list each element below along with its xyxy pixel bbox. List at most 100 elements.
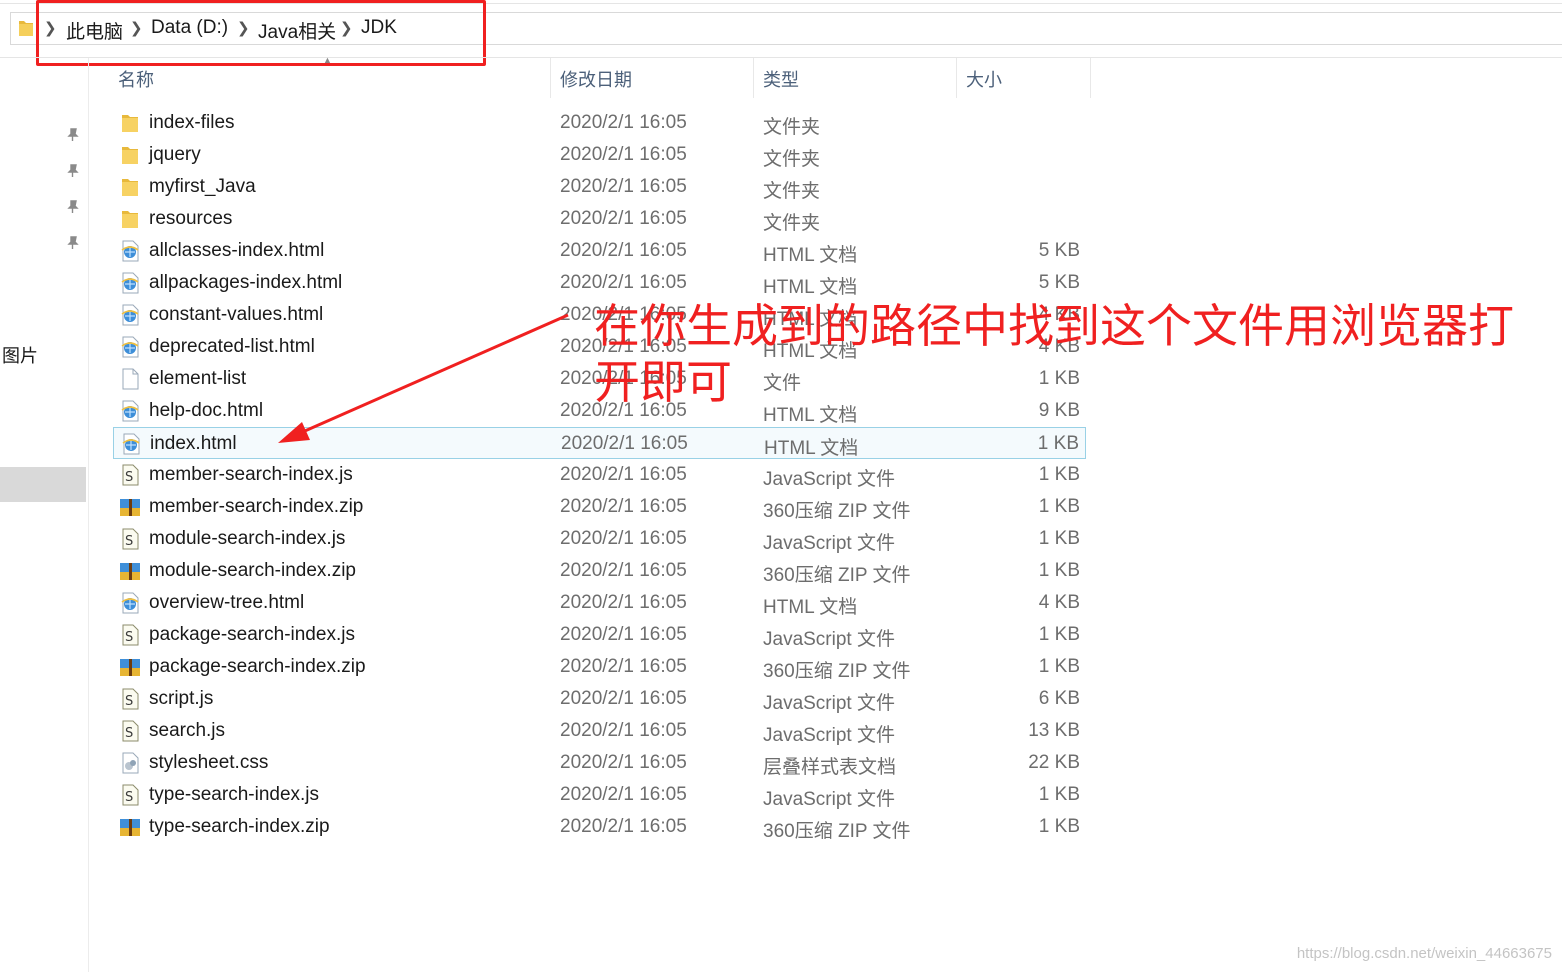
file-name[interactable]: script.js	[149, 688, 213, 710]
column-divider[interactable]	[753, 58, 754, 98]
file-name[interactable]: deprecated-list.html	[149, 336, 315, 358]
file-name[interactable]: member-search-index.js	[149, 464, 353, 486]
file-row[interactable]: jquery 2020/2/1 16:05 文件夹	[113, 139, 1086, 171]
file-type: JavaScript 文件	[763, 789, 895, 810]
folder-icon	[119, 144, 141, 166]
zip-file-icon	[119, 496, 141, 518]
column-divider[interactable]	[1090, 58, 1091, 98]
html-file-icon	[119, 336, 141, 358]
pin-icon[interactable]	[66, 128, 80, 142]
file-row[interactable]: Stype-search-index.js 2020/2/1 16:05 JavaS…	[113, 779, 1086, 811]
file-type: 文件夹	[763, 181, 821, 202]
html-file-icon	[119, 400, 141, 422]
file-name[interactable]: overview-tree.html	[149, 592, 304, 614]
file-row[interactable]: Smodule-search-index.js 2020/2/1 16:05 Jav…	[113, 523, 1086, 555]
file-name[interactable]: type-search-index.js	[149, 784, 319, 806]
column-header-date[interactable]: 修改日期	[560, 66, 632, 92]
file-size: 22 KB	[1028, 752, 1080, 773]
file-name[interactable]: jquery	[149, 144, 201, 166]
file-name[interactable]: module-search-index.js	[149, 528, 345, 550]
column-divider[interactable]	[550, 58, 551, 98]
file-name[interactable]: allpackages-index.html	[149, 272, 342, 294]
html-file-icon	[119, 240, 141, 262]
file-row[interactable]: myfirst_Java 2020/2/1 16:05 文件夹	[113, 171, 1086, 203]
html-file-icon	[120, 433, 142, 455]
zip-file-icon	[119, 656, 141, 678]
file-name[interactable]: index-files	[149, 112, 235, 134]
nav-selected-item[interactable]	[0, 467, 86, 502]
file-name[interactable]: myfirst_Java	[149, 176, 256, 198]
file-type: 层叠样式表文档	[763, 757, 897, 778]
file-type: JavaScript 文件	[763, 533, 895, 554]
file-date: 2020/2/1 16:05	[560, 688, 687, 709]
file-size: 6 KB	[1038, 688, 1080, 709]
file-name[interactable]: member-search-index.zip	[149, 496, 363, 518]
column-divider[interactable]	[956, 58, 957, 98]
file-name[interactable]: constant-values.html	[149, 304, 323, 326]
column-header-size[interactable]: 大小	[966, 66, 1002, 92]
file-name[interactable]: package-search-index.js	[149, 624, 355, 646]
file-type: JavaScript 文件	[763, 725, 895, 746]
file-row[interactable]: index-files 2020/2/1 16:05 文件夹	[113, 107, 1086, 139]
blank-file-icon	[119, 368, 141, 390]
file-row[interactable]: Spackage-search-index.js 2020/2/1 16:05 Ja…	[113, 619, 1086, 651]
zip-file-icon	[119, 816, 141, 838]
file-name[interactable]: type-search-index.zip	[149, 816, 330, 838]
file-row[interactable]: resources 2020/2/1 16:05 文件夹	[113, 203, 1086, 235]
nav-item-pictures[interactable]: 图片	[2, 342, 38, 368]
html-file-icon	[119, 304, 141, 326]
file-name[interactable]: element-list	[149, 368, 246, 390]
file-row[interactable]: allpackages-index.html 2020/2/1 16:05 HTML…	[113, 267, 1086, 299]
file-size: 1 KB	[1038, 784, 1080, 805]
column-header-type[interactable]: 类型	[763, 66, 799, 92]
file-size: 4 KB	[1038, 592, 1080, 613]
svg-text:S: S	[125, 470, 133, 485]
file-row[interactable]: Sscript.js 2020/2/1 16:05 JavaScript 文件 6 K…	[113, 683, 1086, 715]
pin-icon[interactable]	[66, 200, 80, 214]
file-date: 2020/2/1 16:05	[560, 560, 687, 581]
svg-text:S: S	[125, 534, 133, 549]
file-date: 2020/2/1 16:05	[560, 272, 687, 293]
file-row[interactable]: Smember-search-index.js 2020/2/1 16:05 Jav…	[113, 459, 1086, 491]
file-name[interactable]: stylesheet.css	[149, 752, 268, 774]
file-type: 360压缩 ZIP 文件	[763, 565, 911, 586]
file-row[interactable]: allclasses-index.html 2020/2/1 16:05 HTML …	[113, 235, 1086, 267]
file-row[interactable]: overview-tree.html 2020/2/1 16:05 HTML 文档 4…	[113, 587, 1086, 619]
folder-icon	[119, 176, 141, 198]
file-size: 1 KB	[1038, 624, 1080, 645]
annotation-text: 在你生成到的路径中找到这个文件用浏览器打开即可	[594, 299, 1514, 409]
file-name[interactable]: resources	[149, 208, 232, 230]
js-file-icon: S	[119, 784, 141, 806]
pin-icon[interactable]	[66, 164, 80, 178]
file-name[interactable]: module-search-index.zip	[149, 560, 356, 582]
file-type: JavaScript 文件	[763, 469, 895, 490]
file-type: HTML 文档	[763, 277, 858, 298]
file-row[interactable]: type-search-index.zip 2020/2/1 16:05 360压缩…	[113, 811, 1086, 843]
file-date: 2020/2/1 16:05	[560, 752, 687, 773]
pin-icon[interactable]	[66, 236, 80, 250]
file-row[interactable]: member-search-index.zip 2020/2/1 16:05 360…	[113, 491, 1086, 523]
file-name[interactable]: package-search-index.zip	[149, 656, 366, 678]
column-header-name[interactable]: 名称	[118, 66, 154, 92]
file-row[interactable]: package-search-index.zip 2020/2/1 16:05 36…	[113, 651, 1086, 683]
html-file-icon	[119, 272, 141, 294]
file-type: 文件夹	[763, 149, 821, 170]
file-size: 1 KB	[1038, 816, 1080, 837]
file-date: 2020/2/1 16:05	[560, 112, 687, 133]
file-row[interactable]: Ssearch.js 2020/2/1 16:05 JavaScript 文件 13 …	[113, 715, 1086, 747]
file-date: 2020/2/1 16:05	[560, 464, 687, 485]
file-row[interactable]: stylesheet.css 2020/2/1 16:05 层叠样式表文档 22 KB	[113, 747, 1086, 779]
file-size: 1 KB	[1037, 433, 1079, 454]
file-row[interactable]: index.html 2020/2/1 16:05 HTML 文档 1 KB	[113, 427, 1086, 459]
file-name[interactable]: search.js	[149, 720, 225, 742]
file-name[interactable]: allclasses-index.html	[149, 240, 324, 262]
folder-icon	[119, 112, 141, 134]
file-type: 文件夹	[763, 117, 821, 138]
file-date: 2020/2/1 16:05	[560, 496, 687, 517]
file-type: JavaScript 文件	[763, 629, 895, 650]
file-name[interactable]: index.html	[150, 433, 237, 455]
file-size: 1 KB	[1038, 464, 1080, 485]
file-name[interactable]: help-doc.html	[149, 400, 263, 422]
file-row[interactable]: module-search-index.zip 2020/2/1 16:05 360…	[113, 555, 1086, 587]
file-date: 2020/2/1 16:05	[561, 433, 688, 454]
